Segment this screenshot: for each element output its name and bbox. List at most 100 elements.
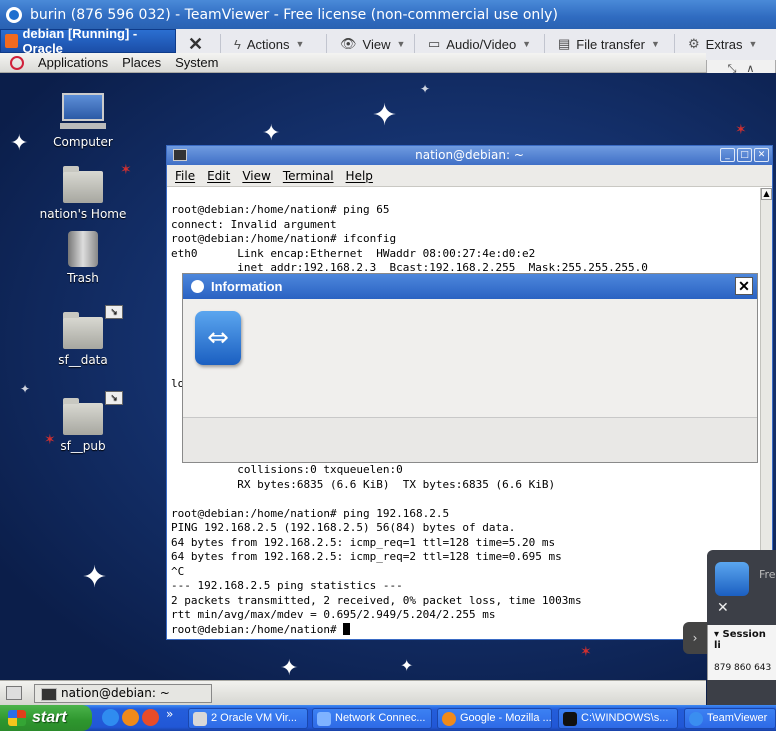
dialog-footer	[183, 418, 757, 462]
terminal-line: root@debian:/home/nation# ping 192.168.2…	[171, 506, 450, 520]
desktop-icon-label: Computer	[53, 135, 113, 149]
star-decoration: ✦	[20, 382, 31, 396]
ie-icon[interactable]	[102, 709, 119, 726]
star-decoration: ✦	[372, 98, 398, 133]
gear-icon: ⚙	[688, 36, 700, 51]
debian-logo-icon	[10, 55, 24, 70]
terminal-icon	[173, 149, 187, 161]
toolbar-divider	[674, 34, 675, 54]
shared-folder-icon: ↘	[63, 391, 123, 435]
session-list-header[interactable]: ▾ Session li	[708, 625, 776, 651]
file-transfer-label: File transfer	[576, 36, 645, 52]
gnome-top-panel: Applications Places System	[0, 53, 706, 73]
terminal-line: 64 bytes from 192.168.2.5: icmp_req=2 tt…	[171, 550, 562, 563]
session-list-label: Session li	[714, 629, 766, 651]
taskbar-task[interactable]: Network Connec...	[312, 708, 432, 729]
virtualbox-window-tab[interactable]: debian [Running] - Oracle	[0, 26, 176, 56]
terminal-title: nation@debian: ~	[415, 148, 524, 162]
terminal-prompt-line[interactable]: root@debian:/home/nation#	[171, 622, 756, 638]
star-decoration: ✶	[580, 644, 592, 660]
system-menu[interactable]: System	[175, 55, 218, 70]
taskbar-task[interactable]: C:\WINDOWS\s...	[558, 708, 678, 729]
task-label: C:\WINDOWS\s...	[581, 712, 669, 724]
taskbar-terminal-button[interactable]: nation@debian: ~	[34, 684, 212, 703]
close-session-button[interactable]: ✕	[188, 33, 203, 55]
terminal-titlebar[interactable]: nation@debian: ~ _ □ ✕	[167, 146, 772, 165]
desktop-icon-sf-data[interactable]: ↘ sf__data	[23, 305, 143, 367]
terminal-line: eth0 Link encap:Ethernet HWaddr 08:00:27…	[171, 246, 536, 260]
close-session-icon: ✕	[188, 33, 204, 54]
desktop-icon-trash[interactable]: Trash	[23, 231, 143, 285]
session-id[interactable]: 879 860 643	[708, 651, 776, 673]
star-decoration: ✦	[420, 82, 431, 96]
desktop-icon-label: Trash	[67, 271, 99, 285]
text-cursor	[343, 622, 351, 635]
terminal-prompt: root@debian:/home/nation#	[171, 622, 344, 636]
dialog-titlebar[interactable]: Information ✕	[183, 274, 757, 299]
desktop-icon-sf-pub[interactable]: ↘ sf__pub	[23, 391, 143, 453]
desktop-icon-label: sf__pub	[60, 439, 106, 453]
taskbar-task[interactable]: TeamViewer	[684, 708, 776, 729]
panel-expand-tab[interactable]: ›	[683, 622, 707, 654]
close-icon[interactable]: ✕	[735, 277, 753, 295]
start-label: start	[32, 709, 67, 726]
applications-menu[interactable]: Applications	[38, 55, 108, 70]
audio-video-menu-button[interactable]: ▭ Audio/Video ▼	[428, 33, 531, 55]
close-icon[interactable]: ✕	[754, 148, 769, 162]
trash-icon	[68, 231, 98, 267]
terminal-menubar: File Edit View Terminal Help	[167, 165, 772, 187]
quicklaunch-overflow-icon[interactable]: »	[166, 707, 173, 721]
dialog-title: Information	[211, 279, 283, 294]
places-menu[interactable]: Places	[122, 55, 161, 70]
teamviewer-logo-icon	[715, 562, 749, 596]
extras-menu-button[interactable]: ⚙ Extras ▼	[688, 33, 757, 55]
free-label: Fre	[759, 568, 776, 581]
information-dialog[interactable]: Information ✕	[182, 273, 758, 463]
terminal-line: RX bytes:6835 (6.6 KiB) TX bytes:6835 (6…	[171, 477, 556, 491]
toolbar-divider	[544, 34, 545, 54]
minimize-icon[interactable]: _	[720, 148, 735, 162]
virtualbox-icon	[193, 712, 207, 726]
menu-help[interactable]: Help	[346, 169, 373, 183]
star-decoration: ✶	[735, 122, 747, 138]
taskbar-task[interactable]: 2 Oracle VM Vir...	[188, 708, 308, 729]
chrome-icon[interactable]	[142, 709, 159, 726]
teamviewer-icon	[191, 280, 204, 293]
star-decoration: ✦	[262, 121, 281, 146]
toolbar-divider	[326, 34, 327, 54]
chevron-right-icon: ›	[692, 631, 698, 645]
menu-view[interactable]: View	[242, 169, 270, 183]
firefox-icon	[442, 712, 456, 726]
close-icon[interactable]: ✕	[717, 600, 745, 622]
actions-menu-button[interactable]: ϟ Actions ▼	[234, 33, 304, 55]
teamviewer-logo-icon	[195, 311, 241, 365]
windows-logo-icon	[8, 710, 26, 726]
star-decoration: ✦	[280, 656, 299, 680]
extras-label: Extras	[705, 36, 743, 52]
terminal-line: PING 192.168.2.5 (192.168.2.5) 56(84) by…	[171, 521, 516, 534]
terminal-line: root@debian:/home/nation# ping 65	[171, 203, 390, 216]
shared-folder-icon: ↘	[63, 305, 123, 349]
view-menu-button[interactable]: 👁 View ▼	[340, 33, 405, 55]
link-arrow-icon: ↘	[105, 305, 123, 319]
maximize-icon[interactable]: □	[737, 148, 752, 162]
view-label: View	[362, 36, 391, 52]
terminal-line: --- 192.168.2.5 ping statistics ---	[171, 579, 403, 592]
menu-file[interactable]: File	[175, 169, 195, 183]
menu-terminal[interactable]: Terminal	[283, 169, 334, 183]
cmd-icon	[563, 712, 577, 726]
file-icon: ▤	[558, 36, 571, 51]
show-desktop-icon[interactable]	[6, 686, 22, 700]
scroll-up-icon[interactable]: ▲	[761, 188, 772, 200]
desktop-icon-computer[interactable]: Computer	[23, 93, 143, 149]
teamviewer-icon	[689, 712, 703, 726]
desktop-icon-home[interactable]: nation's Home	[23, 165, 143, 221]
start-button[interactable]: start	[0, 705, 92, 731]
firefox-icon[interactable]	[122, 709, 139, 726]
home-folder-icon	[63, 166, 103, 203]
taskbar-task[interactable]: Google - Mozilla ...	[437, 708, 552, 729]
task-label: 2 Oracle VM Vir...	[211, 712, 297, 724]
terminal-line: collisions:0 txqueuelen:0	[171, 463, 403, 476]
file-transfer-menu-button[interactable]: ▤ File transfer ▼	[558, 33, 660, 55]
menu-edit[interactable]: Edit	[207, 169, 230, 183]
